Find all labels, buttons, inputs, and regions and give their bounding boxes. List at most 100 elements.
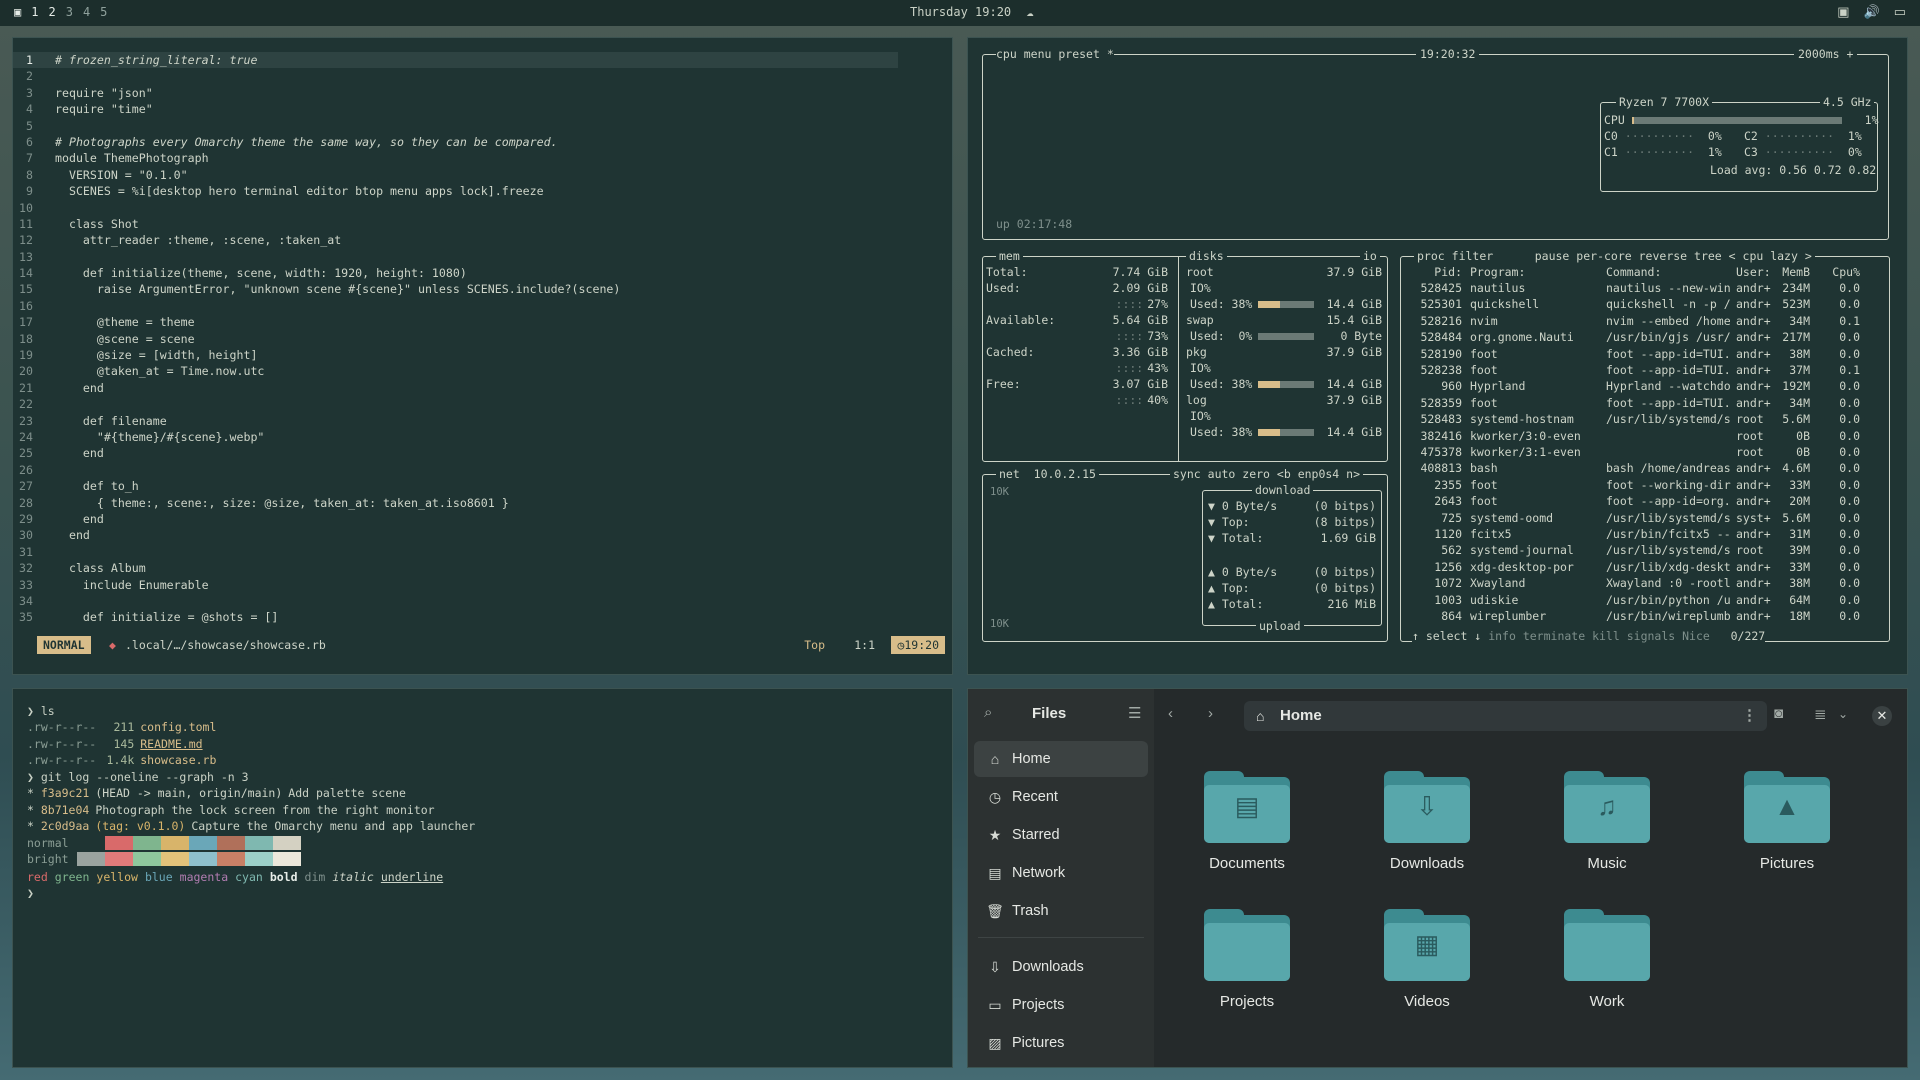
code-line[interactable]: 1 # frozen_string_literal: true (13, 52, 898, 69)
folder-downloads[interactable]: ⇩ Downloads (1352, 771, 1502, 872)
proc-col-header[interactable]: Program: (1470, 264, 1525, 280)
code-line[interactable]: 7 module ThemePhotograph (13, 150, 952, 166)
code-line[interactable]: 3 require "json" (13, 85, 952, 101)
info-hint[interactable]: info (1488, 629, 1516, 643)
proc-col-header[interactable]: Pid: (1412, 264, 1462, 280)
kill-hint[interactable]: kill (1592, 629, 1620, 643)
code-line[interactable]: 22 (13, 396, 952, 412)
code-line[interactable]: 35 def initialize = @shots = [] (13, 609, 952, 625)
terminate-hint[interactable]: terminate (1523, 629, 1585, 643)
code-line[interactable]: 17 @theme = theme (13, 314, 952, 330)
code-line[interactable]: 18 @scene = scene (13, 331, 952, 347)
forward-icon[interactable]: › (1208, 705, 1213, 722)
code-line[interactable]: 8 VERSION = "0.1.0" (13, 167, 952, 183)
code-line[interactable]: 10 (13, 200, 952, 216)
folder-videos[interactable]: ▦ Videos (1352, 909, 1502, 1010)
close-icon[interactable]: ✕ (1872, 706, 1892, 726)
workspace-1[interactable]: 1 (31, 5, 38, 19)
screen-record-icon[interactable]: ▣ (1837, 4, 1849, 20)
bookmark-downloads[interactable]: ⇩ Downloads (974, 949, 1148, 985)
camera-icon[interactable]: ◙ (1774, 705, 1783, 722)
volume-icon[interactable]: 🔊 (1864, 4, 1880, 20)
folder-documents[interactable]: ▤ Documents (1172, 771, 1322, 872)
display-icon[interactable]: ▭ (1894, 4, 1906, 20)
select-hint[interactable]: ↑ select ↓ (1412, 629, 1481, 643)
nice-hint[interactable]: Nice (1682, 629, 1710, 643)
code-line[interactable]: 27 def to_h (13, 478, 952, 494)
menu-tab[interactable]: menu (1024, 47, 1052, 61)
code-line[interactable]: 21 end (13, 380, 952, 396)
sort-selector[interactable]: < cpu lazy > (1729, 249, 1812, 263)
net-iface-tab[interactable]: <b enp0s4 n> (1277, 467, 1360, 481)
back-icon[interactable]: ‹ (1168, 705, 1173, 722)
update-interval[interactable]: 2000ms + (1794, 46, 1858, 63)
proc-col-header[interactable]: User: (1736, 264, 1771, 280)
code-line[interactable]: 24 "#{theme}/#{scene}.webp" (13, 429, 952, 445)
folder-pictures[interactable]: ▲ Pictures (1712, 771, 1862, 872)
proc-col-header[interactable]: Cpu% (1820, 264, 1860, 280)
workspace-5[interactable]: 5 (100, 5, 107, 19)
terminal-window[interactable]: ❯ ls .rw-r--r-- 211 config.toml .rw-r--r-- 1… (12, 688, 953, 1068)
code-line[interactable]: 20 @taken_at = Time.now.utc (13, 363, 952, 379)
search-icon[interactable]: ⌕ (984, 704, 992, 721)
code-line[interactable]: 32 class Album (13, 560, 952, 576)
workspace-4[interactable]: 4 (83, 5, 90, 19)
sidebar-item-starred[interactable]: ★ Starred (974, 817, 1148, 853)
code-area[interactable]: 1 # frozen_string_literal: true 2 3 require … (13, 52, 952, 626)
code-line[interactable]: 14 def initialize(theme, scene, width: 1… (13, 265, 952, 281)
net-auto-tab[interactable]: auto (1208, 467, 1236, 481)
cpu-tab[interactable]: cpu (996, 47, 1017, 61)
code-line[interactable]: 9 SCENES = %i[desktop hero terminal edit… (13, 183, 952, 199)
reverse-tab[interactable]: reverse (1639, 249, 1687, 263)
sidebar-item-trash[interactable]: 🗑 Trash (974, 893, 1148, 929)
code-line[interactable]: 28 { theme:, scene:, size: @size, taken_… (13, 495, 952, 511)
path-menu-icon[interactable]: ⋮ (1742, 701, 1757, 731)
files-window[interactable]: ⌕ Files ☰ ⌂ Home ◷ Recent ★ Starred ▤ Network 🗑 T… (967, 688, 1908, 1068)
code-line[interactable]: 11 class Shot (13, 216, 952, 232)
clock[interactable]: Thursday 19:20 ☁ (910, 5, 1034, 19)
code-line[interactable]: 2 (13, 68, 952, 84)
code-line[interactable]: 30 end (13, 527, 952, 543)
tree-tab[interactable]: tree (1694, 249, 1722, 263)
btop-window[interactable]: cpu menu preset * 19:20:32 2000ms + up 0… (967, 37, 1908, 675)
code-line[interactable]: 23 def filename (13, 413, 952, 429)
net-sync-tab[interactable]: sync (1173, 467, 1201, 481)
code-line[interactable]: 6 # Photographs every Omarchy theme the s… (13, 134, 952, 150)
code-line[interactable]: 15 raise ArgumentError, "unknown scene #… (13, 281, 952, 297)
pause-tab[interactable]: pause (1535, 249, 1570, 263)
chevron-down-icon[interactable]: ⌄ (1838, 707, 1848, 721)
folder-projects[interactable]: Projects (1172, 909, 1322, 1010)
io-toggle[interactable]: io (1360, 248, 1380, 265)
filter-tab[interactable]: filter (1452, 249, 1494, 263)
sidebar-item-recent[interactable]: ◷ Recent (974, 779, 1148, 815)
code-line[interactable]: 31 (13, 544, 952, 560)
per-core-tab[interactable]: per-core (1576, 249, 1631, 263)
folder-work[interactable]: Work (1532, 909, 1682, 1010)
code-line[interactable]: 25 end (13, 445, 952, 461)
proc-col-header[interactable]: Command: (1606, 264, 1661, 280)
code-line[interactable]: 33 include Enumerable (13, 577, 952, 593)
code-line[interactable]: 4 require "time" (13, 101, 952, 117)
bookmark-pictures[interactable]: ▨ Pictures (974, 1025, 1148, 1061)
code-line[interactable]: 5 (13, 118, 952, 134)
folder-music[interactable]: ♫ Music (1532, 771, 1682, 872)
workspace-3[interactable]: 3 (66, 5, 73, 19)
code-line[interactable]: 12 attr_reader :theme, :scene, :taken_at (13, 232, 952, 248)
path-bar[interactable]: ⌂ Home ⋮ (1244, 701, 1767, 731)
net-zero-tab[interactable]: zero (1242, 467, 1270, 481)
editor-window[interactable]: 1 # frozen_string_literal: true 2 3 require … (12, 37, 953, 675)
code-line[interactable]: 26 (13, 462, 952, 478)
code-line[interactable]: 19 @size = [width, height] (13, 347, 952, 363)
app-menu-icon[interactable]: ▣ (14, 5, 21, 19)
sidebar-item-home[interactable]: ⌂ Home (974, 741, 1148, 777)
code-line[interactable]: 13 (13, 249, 952, 265)
code-line[interactable]: 34 (13, 593, 952, 609)
proc-col-header[interactable]: MemB (1780, 264, 1810, 280)
sidebar-item-network[interactable]: ▤ Network (974, 855, 1148, 891)
workspace-2[interactable]: 2 (48, 5, 55, 19)
bookmark-projects[interactable]: ▭ Projects (974, 987, 1148, 1023)
hamburger-menu-icon[interactable]: ☰ (1128, 704, 1141, 722)
code-line[interactable]: 29 end (13, 511, 952, 527)
preset-tab[interactable]: preset * (1058, 47, 1113, 61)
view-list-icon[interactable]: ≣ (1814, 705, 1827, 723)
